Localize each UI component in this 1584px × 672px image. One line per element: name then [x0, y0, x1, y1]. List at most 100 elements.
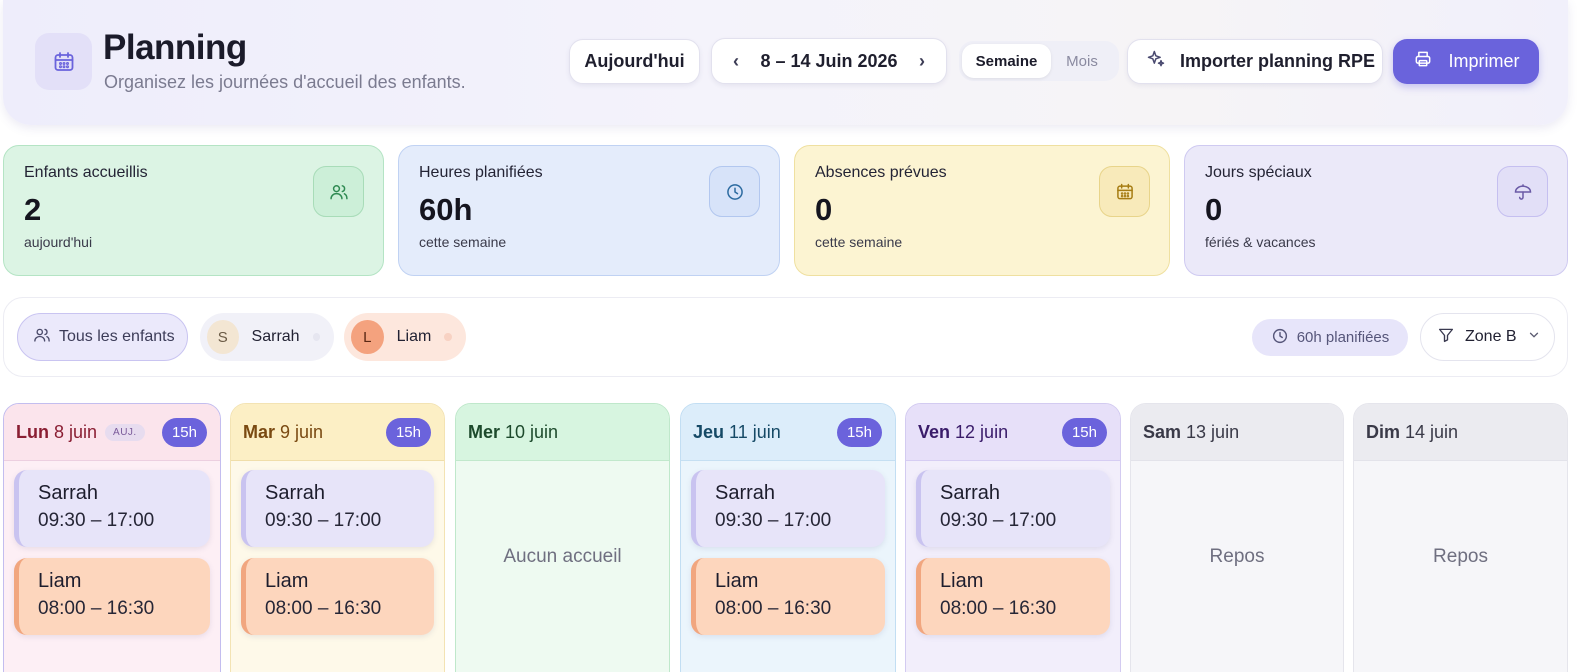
day-column-dim: Dim 14 juin Repos — [1353, 403, 1568, 672]
planned-hours-label: 60h planifiées — [1296, 329, 1390, 346]
schedule-entry-liam[interactable]: Liam 08:00 – 16:30 — [916, 558, 1110, 635]
day-hours-badge: 15h — [385, 418, 431, 447]
filter-all-children[interactable]: Tous les enfants — [17, 313, 188, 361]
today-button[interactable]: Aujourd'hui — [569, 39, 700, 84]
empty-day-message: Repos — [1433, 546, 1488, 567]
entry-child: Sarrah — [265, 482, 326, 504]
zone-value: Zone B — [1465, 328, 1517, 345]
stat-card-absences: Absences prévues 0 cette semaine — [794, 145, 1170, 276]
child-name: Liam — [396, 328, 432, 345]
users-icon — [313, 166, 364, 217]
avatar: L — [351, 320, 384, 354]
entry-child: Sarrah — [38, 482, 99, 504]
clock-icon — [709, 166, 760, 217]
chevron-right-icon[interactable]: › — [912, 51, 932, 72]
empty-day-message: Aucun accueil — [503, 546, 622, 567]
day-header: Lun 8 juin AUJ. 15h — [4, 404, 220, 461]
schedule-entry-sarrah[interactable]: Sarrah 09:30 – 17:00 — [241, 470, 434, 547]
avatar: S — [207, 320, 239, 354]
day-header: Jeu 11 juin 15h — [681, 404, 895, 461]
child-name: Sarrah — [251, 328, 300, 345]
zone-select[interactable]: Zone B — [1420, 313, 1555, 361]
entry-time: 08:00 – 16:30 — [715, 598, 832, 619]
entry-child: Liam — [715, 570, 759, 592]
printer-icon — [1413, 49, 1433, 74]
day-column-ven: Ven 12 juin 15h Sarrah 09:30 – 17:00 Lia… — [905, 403, 1121, 672]
day-header: Mar 9 juin 15h — [231, 404, 444, 461]
day-date: 14 juin — [1405, 421, 1459, 442]
day-header: Dim 14 juin — [1354, 404, 1567, 461]
day-hours-badge: 15h — [836, 418, 882, 447]
day-name: Sam — [1143, 421, 1182, 442]
stat-label: Jours spéciaux — [1205, 164, 1312, 181]
child-color-dot — [312, 333, 320, 341]
day-name: Jeu — [693, 421, 725, 442]
schedule-entry-liam[interactable]: Liam 08:00 – 16:30 — [241, 558, 434, 635]
day-name: Mar — [243, 421, 276, 442]
entry-child: Sarrah — [940, 482, 1001, 504]
stat-subtext: fériés & vacances — [1205, 234, 1316, 250]
stat-card-special-days: Jours spéciaux 0 fériés & vacances — [1184, 145, 1568, 276]
print-label: Imprimer — [1448, 51, 1520, 71]
date-range: 8 – 14 Juin 2026 — [760, 50, 898, 71]
stat-value: 60h — [419, 192, 473, 227]
page-subtitle: Organisez les journées d'accueil des enf… — [104, 72, 466, 92]
day-hours-badge: 15h — [161, 418, 207, 447]
chevron-left-icon[interactable]: ‹ — [726, 51, 746, 72]
entry-time: 09:30 – 17:00 — [940, 510, 1057, 531]
empty-day-message: Repos — [1209, 546, 1265, 567]
view-toggle: Semaine Mois — [959, 41, 1119, 81]
entry-child: Liam — [38, 570, 82, 592]
schedule-entry-sarrah[interactable]: Sarrah 09:30 – 17:00 — [14, 470, 210, 547]
view-option-week[interactable]: Semaine — [962, 44, 1051, 78]
filter-child-liam[interactable]: L Liam — [344, 313, 466, 361]
entry-time: 08:00 – 16:30 — [38, 598, 155, 619]
import-rpe-button[interactable]: Importer planning RPE — [1127, 39, 1383, 84]
filter-bar: Tous les enfants S Sarrah L Liam 60h pla… — [3, 297, 1568, 377]
schedule-entry-sarrah[interactable]: Sarrah 09:30 – 17:00 — [691, 470, 885, 547]
umbrella-icon — [1497, 166, 1548, 217]
stat-card-hours: Heures planifiées 60h cette semaine — [398, 145, 780, 276]
calendar-icon — [1099, 166, 1150, 217]
stat-value: 0 — [1205, 192, 1223, 227]
page-header: Planning Organisez les journées d'accuei… — [3, 0, 1568, 125]
day-date: 10 juin — [505, 421, 559, 442]
import-label: Importer planning RPE — [1180, 51, 1376, 71]
schedule-entry-sarrah[interactable]: Sarrah 09:30 – 17:00 — [916, 470, 1110, 547]
entry-time: 09:30 – 17:00 — [265, 510, 382, 531]
day-column-jeu: Jeu 11 juin 15h Sarrah 09:30 – 17:00 Lia… — [680, 403, 896, 672]
entry-child: Liam — [940, 570, 984, 592]
entry-child: Sarrah — [715, 482, 776, 504]
child-color-dot — [444, 333, 452, 341]
day-column-sam: Sam 13 juin Repos — [1130, 403, 1344, 672]
users-icon — [33, 326, 51, 349]
entry-time: 08:00 – 16:30 — [940, 598, 1057, 619]
print-button[interactable]: Imprimer — [1393, 39, 1539, 84]
entry-time: 08:00 – 16:30 — [265, 598, 382, 619]
clock-icon — [1271, 327, 1289, 349]
day-header: Mer 10 juin — [456, 404, 669, 461]
entry-time: 09:30 – 17:00 — [38, 510, 155, 531]
day-date: 13 juin — [1186, 421, 1240, 442]
day-column-mar: Mar 9 juin 15h Sarrah 09:30 – 17:00 Liam… — [230, 403, 445, 672]
sparkle-icon — [1146, 49, 1166, 74]
view-option-month[interactable]: Mois — [1051, 44, 1113, 78]
day-name: Dim — [1366, 421, 1401, 442]
day-header: Sam 13 juin — [1131, 404, 1343, 461]
calendar-icon — [35, 33, 92, 90]
day-date: 8 juin — [54, 421, 98, 442]
schedule-entry-liam[interactable]: Liam 08:00 – 16:30 — [14, 558, 210, 635]
today-badge: AUJ. — [105, 423, 145, 441]
filter-icon — [1437, 326, 1455, 349]
day-date: 9 juin — [280, 421, 324, 442]
day-date: 11 juin — [729, 421, 781, 442]
stat-subtext: aujourd'hui — [24, 234, 93, 250]
chevron-down-icon — [1527, 328, 1541, 347]
schedule-entry-liam[interactable]: Liam 08:00 – 16:30 — [691, 558, 885, 635]
filter-child-sarrah[interactable]: S Sarrah — [200, 313, 334, 361]
entry-time: 09:30 – 17:00 — [715, 510, 832, 531]
day-hours-badge: 15h — [1061, 418, 1107, 447]
stat-label: Heures planifiées — [419, 164, 543, 181]
day-name: Ven — [918, 421, 951, 442]
planned-hours-pill: 60h planifiées — [1252, 319, 1408, 356]
